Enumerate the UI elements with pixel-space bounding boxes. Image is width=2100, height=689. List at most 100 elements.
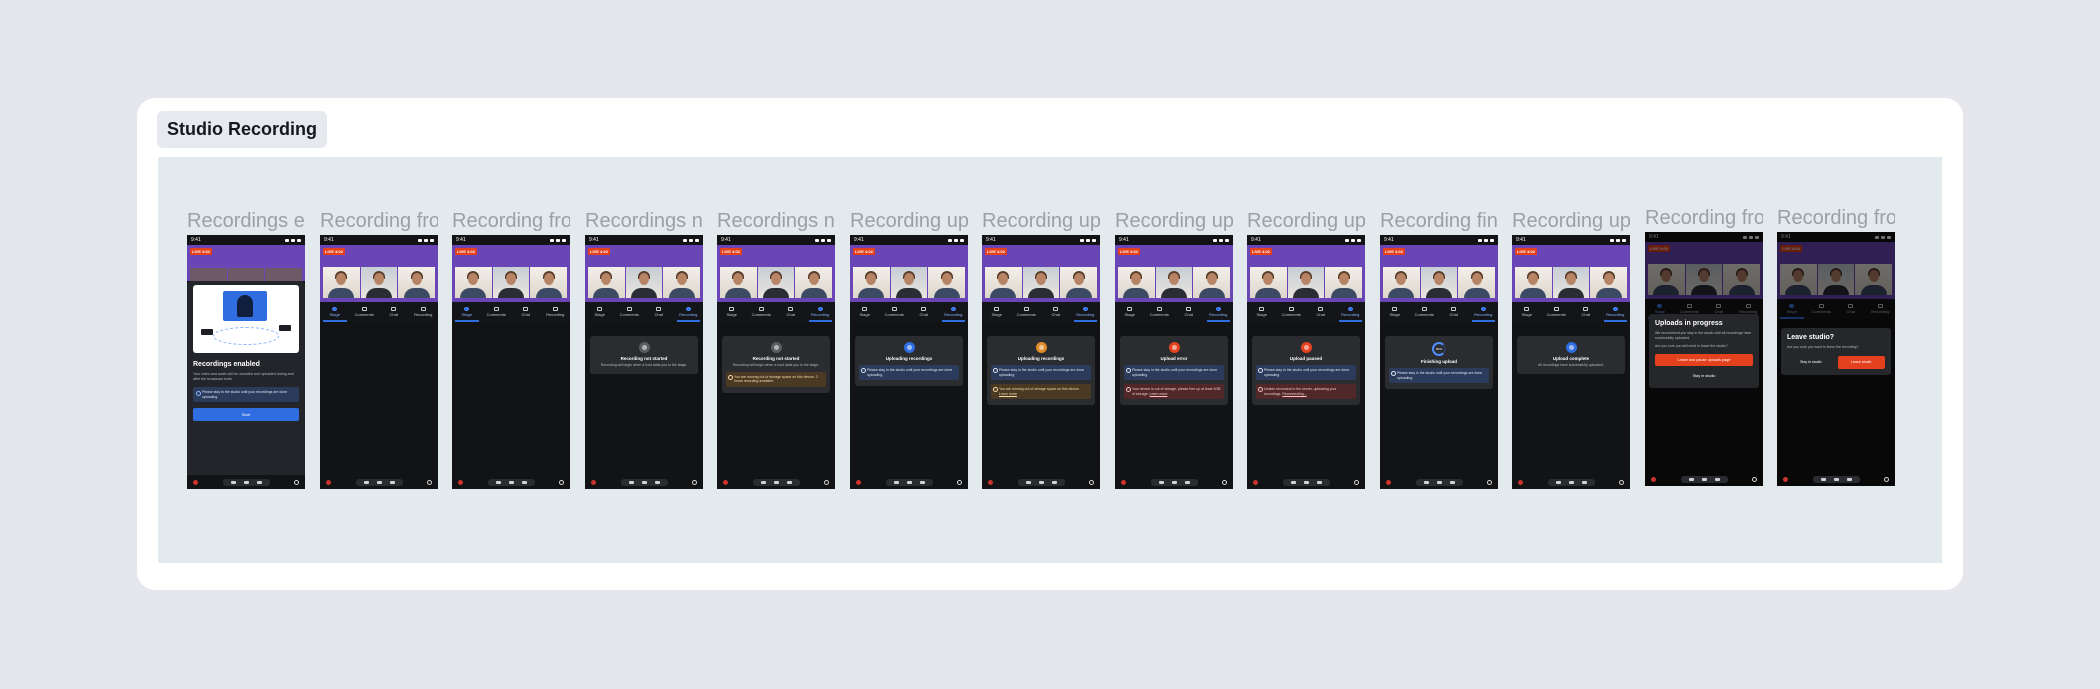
leave-icon[interactable] [1354,479,1359,485]
mic-icon[interactable] [1171,480,1177,484]
tab-comments[interactable]: Comments [1277,302,1307,322]
camera-icon[interactable] [1449,480,1455,484]
mic-icon[interactable] [1701,477,1707,481]
stay-in-studio-button[interactable]: Stay in studio [1655,370,1753,382]
mic-icon[interactable] [1038,480,1044,484]
more-icon[interactable] [230,480,236,484]
camera-icon[interactable] [1714,477,1720,481]
more-icon[interactable] [1158,480,1164,484]
leave-icon[interactable] [1619,479,1624,485]
tab-recording[interactable]: Recording [674,302,704,322]
mic-icon[interactable] [1568,480,1574,484]
tab-stage[interactable]: Stage [1247,302,1277,322]
tab-comments[interactable]: Comments [1012,302,1042,322]
leave-studio-button[interactable]: Leave studio [1837,355,1885,369]
leave-icon[interactable] [1884,476,1889,482]
camera-icon[interactable] [256,480,262,484]
more-icon[interactable] [760,480,766,484]
mic-icon[interactable] [508,480,514,484]
mic-icon[interactable] [906,480,912,484]
leave-and-pause-button[interactable]: Leave and pause uploads page [1655,354,1753,367]
leave-icon[interactable] [692,479,697,485]
tab-stage[interactable]: Stage [1512,302,1542,322]
more-icon[interactable] [1423,480,1429,484]
camera-icon[interactable] [1846,477,1852,481]
more-icon[interactable] [1555,480,1561,484]
tab-stage[interactable]: Stage [452,302,482,322]
more-icon[interactable] [893,480,899,484]
mic-icon[interactable] [641,480,647,484]
tab-chat[interactable]: Chat [1306,302,1336,322]
camera-icon[interactable] [1316,480,1322,484]
tab-comments[interactable]: Comments [350,302,380,322]
tab-comments[interactable]: Comments [880,302,910,322]
leave-icon[interactable] [559,479,564,485]
camera-icon[interactable] [521,480,527,484]
camera-icon[interactable] [1051,480,1057,484]
tab-chat[interactable]: Chat [1174,302,1204,322]
notice-link[interactable]: Learn more [999,392,1017,396]
camera-icon[interactable] [389,480,395,484]
mic-icon[interactable] [243,480,249,484]
tab-stage[interactable]: Stage [585,302,615,322]
tab-recording[interactable]: Recording [1071,302,1101,322]
leave-icon[interactable] [294,479,299,485]
tab-stage[interactable]: Stage [717,302,747,322]
tab-recording[interactable]: Recording [1336,302,1366,322]
tab-stage[interactable]: Stage [982,302,1012,322]
more-icon[interactable] [1290,480,1296,484]
tab-comments[interactable]: Comments [482,302,512,322]
more-icon[interactable] [363,480,369,484]
camera-icon[interactable] [919,480,925,484]
leave-icon[interactable] [1222,479,1227,485]
tab-recording[interactable]: Recording [806,302,836,322]
tab-chat[interactable]: Chat [1571,302,1601,322]
leave-icon[interactable] [427,479,432,485]
more-icon[interactable] [495,480,501,484]
tab-chat[interactable]: Chat [776,302,806,322]
tab-recording[interactable]: Recording [1469,302,1499,322]
leave-icon[interactable] [1752,476,1757,482]
mic-icon[interactable] [1303,480,1309,484]
tab-comments[interactable]: Comments [747,302,777,322]
tab-chat[interactable]: Chat [1041,302,1071,322]
tab-comments[interactable]: Comments [1410,302,1440,322]
tab-chat[interactable]: Chat [511,302,541,322]
tab-stage[interactable]: Stage [850,302,880,322]
tab-comments[interactable]: Comments [615,302,645,322]
mic-icon[interactable] [773,480,779,484]
tab-chat[interactable]: Chat [909,302,939,322]
leave-icon[interactable] [957,479,962,485]
stay-in-studio-button[interactable]: Stay in studio [1787,356,1835,369]
leave-icon[interactable] [1487,479,1492,485]
tab-stage[interactable]: Stage [320,302,350,322]
tab-recording[interactable]: Recording [1601,302,1631,322]
tab-stage[interactable]: Stage [1115,302,1145,322]
start-button[interactable]: Start [193,408,299,422]
camera-icon[interactable] [654,480,660,484]
mic-icon[interactable] [1436,480,1442,484]
camera-icon[interactable] [1184,480,1190,484]
tab-stage[interactable]: Stage [1380,302,1410,322]
tab-comments[interactable]: Comments [1145,302,1175,322]
notice-link[interactable]: Reconnecting... [1282,392,1306,396]
more-icon[interactable] [1025,480,1031,484]
more-icon[interactable] [1820,477,1826,481]
camera-icon[interactable] [786,480,792,484]
tab-chat[interactable]: Chat [379,302,409,322]
tab-recording[interactable]: Recording [541,302,571,322]
more-icon[interactable] [1688,477,1694,481]
tab-chat[interactable]: Chat [644,302,674,322]
notice-link[interactable]: Learn more [1150,392,1168,396]
more-icon[interactable] [628,480,634,484]
tab-recording[interactable]: Recording [939,302,969,322]
tab-recording[interactable]: Recording [1204,302,1234,322]
tab-chat[interactable]: Chat [1439,302,1469,322]
mic-icon[interactable] [376,480,382,484]
leave-icon[interactable] [1089,479,1094,485]
camera-icon[interactable] [1581,480,1587,484]
tab-comments[interactable]: Comments [1542,302,1572,322]
leave-icon[interactable] [824,479,829,485]
tab-recording[interactable]: Recording [409,302,439,322]
mic-icon[interactable] [1833,477,1839,481]
